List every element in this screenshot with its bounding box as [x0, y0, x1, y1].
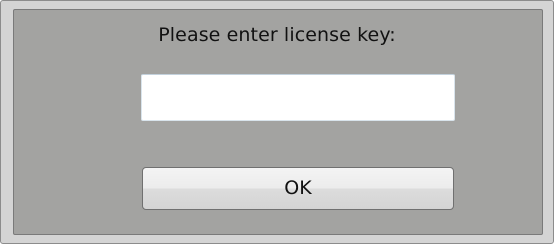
license-prompt-label: Please enter license key: — [158, 24, 396, 46]
license-key-input[interactable] — [141, 74, 455, 121]
ok-button[interactable]: OK — [142, 167, 454, 210]
